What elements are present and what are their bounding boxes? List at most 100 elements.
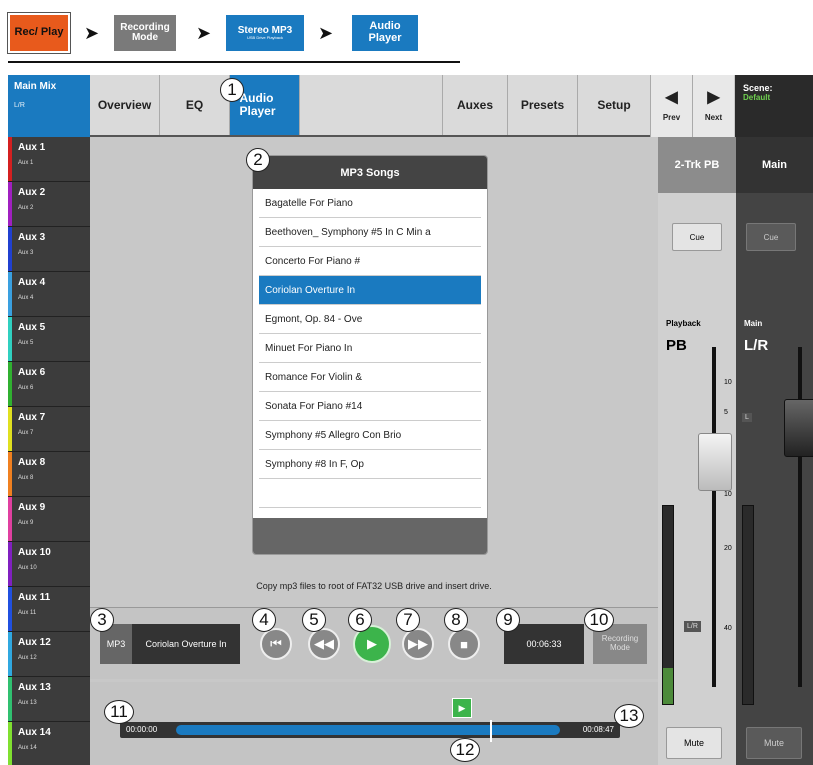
- sidebar-item-aux[interactable]: Aux 8 Aux 8: [8, 452, 90, 497]
- next-label: Next: [704, 113, 723, 122]
- aux-sublabel: Aux 7: [18, 430, 34, 436]
- sidebar-item-aux[interactable]: Aux 4 Aux 4: [8, 272, 90, 317]
- strip-header: Main: [736, 137, 813, 193]
- fader-handle[interactable]: [698, 433, 732, 491]
- aux-label: Aux 5: [18, 322, 46, 333]
- crumb-label: Rec/ Play: [14, 26, 64, 39]
- prev-label: Prev: [662, 113, 681, 122]
- song-row[interactable]: Coriolan Overture In: [259, 276, 481, 305]
- scale-tick: 10: [724, 379, 732, 386]
- sidebar-item-aux[interactable]: Aux 3 Aux 3: [8, 227, 90, 272]
- aux-color-stripe: [8, 227, 12, 271]
- sidebar-item-aux[interactable]: Aux 12 Aux 12: [8, 632, 90, 677]
- aux-color-stripe: [8, 317, 12, 361]
- sidebar-item-aux[interactable]: Aux 5 Aux 5: [8, 317, 90, 362]
- tab-setup[interactable]: Setup: [578, 75, 650, 135]
- transport-bar: MP3 Coriolan Overture In ⏮ ◀◀ ▶ ▶▶ ■ 00:…: [90, 607, 658, 679]
- callout-3: 3: [90, 608, 114, 632]
- tab-overview[interactable]: Overview: [90, 75, 160, 135]
- aux-color-stripe: [8, 272, 12, 316]
- mute-button[interactable]: Mute: [746, 727, 802, 759]
- strip-header: 2-Trk PB: [658, 137, 736, 193]
- fast-forward-button[interactable]: ▶▶: [402, 628, 434, 660]
- sidebar-item-aux[interactable]: Aux 9 Aux 9: [8, 497, 90, 542]
- channel-strip-playback: 2-Trk PB Cue Playback PB 10 5 10 20 40 L…: [658, 137, 736, 765]
- mixer-app: Main Mix L/R Aux 1 Aux 1 Aux 2 Aux 2 Aux 3 Au…: [8, 75, 813, 765]
- breadcrumb-stereo-mp3[interactable]: Stereo MP3 USB Drive Playback: [224, 13, 306, 53]
- skip-back-button[interactable]: ⏮: [260, 628, 292, 660]
- top-tab-bar: Overview EQ Audio Player Auxes Presets S…: [90, 75, 650, 137]
- song-row-empty: [259, 479, 481, 508]
- playhead-play-icon[interactable]: ▶: [452, 698, 472, 718]
- current-track: Coriolan Overture In: [132, 624, 240, 664]
- aux-sublabel: Aux 8: [18, 475, 34, 481]
- song-row[interactable]: Concerto For Piano #: [259, 247, 481, 276]
- channel-label: Playback: [666, 319, 701, 328]
- fader-handle[interactable]: [784, 399, 813, 457]
- sidebar-item-aux[interactable]: Aux 10 Aux 10: [8, 542, 90, 587]
- callout-12: 12: [450, 738, 480, 762]
- aux-sublabel: Aux 14: [18, 745, 37, 751]
- aux-color-stripe: [8, 542, 12, 586]
- next-button[interactable]: ▶ Next: [692, 75, 734, 137]
- mute-button[interactable]: Mute: [666, 727, 722, 759]
- tab-auxes[interactable]: Auxes: [443, 75, 508, 135]
- timeline-progress[interactable]: [176, 725, 560, 735]
- fader-track: [798, 347, 802, 687]
- song-row[interactable]: Sonata For Piano #14: [259, 392, 481, 421]
- crumb-label: Recording Mode: [120, 21, 170, 43]
- aux-sublabel: Aux 10: [18, 565, 37, 571]
- scene-display[interactable]: Scene: Default: [735, 75, 813, 137]
- breadcrumb-rec-play[interactable]: Rec/ Play: [8, 13, 70, 53]
- cue-button[interactable]: Cue: [672, 223, 722, 251]
- timeline[interactable]: 00:00:00 00:08:47: [120, 720, 620, 742]
- channel-name: L/R: [744, 337, 769, 354]
- rewind-button[interactable]: ◀◀: [308, 628, 340, 660]
- sidebar-item-aux[interactable]: Aux 2 Aux 2: [8, 182, 90, 227]
- playhead[interactable]: [490, 720, 492, 742]
- sidebar-item-aux[interactable]: Aux 11 Aux 11: [8, 587, 90, 632]
- sidebar-item-aux[interactable]: Aux 1 Aux 1: [8, 137, 90, 182]
- scrub-area: 00:00:00 00:08:47 ▶: [90, 682, 658, 765]
- channel-label: Main: [744, 319, 763, 328]
- callout-2: 2: [246, 148, 270, 172]
- sidebar-item-aux[interactable]: Aux 6 Aux 6: [8, 362, 90, 407]
- callout-11: 11: [104, 700, 134, 724]
- breadcrumb-audio-player[interactable]: Audio Player: [350, 13, 420, 53]
- song-row[interactable]: Beethoven_ Symphony #5 In C Min a: [259, 218, 481, 247]
- level-meter: [662, 505, 674, 705]
- breadcrumb-recording-mode[interactable]: Recording Mode: [112, 13, 178, 53]
- song-row[interactable]: Minuet For Piano In: [259, 334, 481, 363]
- aux-label: Aux 3: [18, 232, 46, 243]
- fader-track: [712, 347, 716, 687]
- stop-button[interactable]: ■: [448, 628, 480, 660]
- callout-7: 7: [396, 608, 420, 632]
- channel-name: PB: [666, 337, 687, 354]
- callout-6: 6: [348, 608, 372, 632]
- prev-button[interactable]: ◀ Prev: [650, 75, 692, 137]
- song-row[interactable]: Symphony #8 In F, Op: [259, 450, 481, 479]
- song-row[interactable]: Egmont, Op. 84 - Ove: [259, 305, 481, 334]
- aux-label: Aux 4: [18, 277, 46, 288]
- aux-sublabel: Aux 6: [18, 385, 34, 391]
- elapsed-time: 00:06:33: [504, 624, 584, 664]
- aux-label: Aux 7: [18, 412, 46, 423]
- aux-color-stripe: [8, 452, 12, 496]
- song-row[interactable]: Bagatelle For Piano: [259, 189, 481, 218]
- sidebar-item-aux[interactable]: Aux 13 Aux 13: [8, 677, 90, 722]
- cue-button[interactable]: Cue: [746, 223, 796, 251]
- sidebar-item-main-mix[interactable]: Main Mix L/R: [8, 75, 90, 137]
- sidebar-item-aux[interactable]: Aux 7 Aux 7: [8, 407, 90, 452]
- song-list-footer: [253, 518, 487, 554]
- aux-sublabel: Aux 5: [18, 340, 34, 346]
- sidebar-item-aux[interactable]: Aux 14 Aux 14: [8, 722, 90, 765]
- tab-eq[interactable]: EQ: [160, 75, 230, 135]
- song-row[interactable]: Romance For Violin &: [259, 363, 481, 392]
- aux-color-stripe: [8, 497, 12, 541]
- aux-sublabel: Aux 13: [18, 700, 37, 706]
- main-mix-label: Main Mix: [14, 81, 57, 92]
- tab-presets[interactable]: Presets: [508, 75, 578, 135]
- callout-5: 5: [302, 608, 326, 632]
- song-row[interactable]: Symphony #5 Allegro Con Brio: [259, 421, 481, 450]
- aux-color-stripe: [8, 677, 12, 721]
